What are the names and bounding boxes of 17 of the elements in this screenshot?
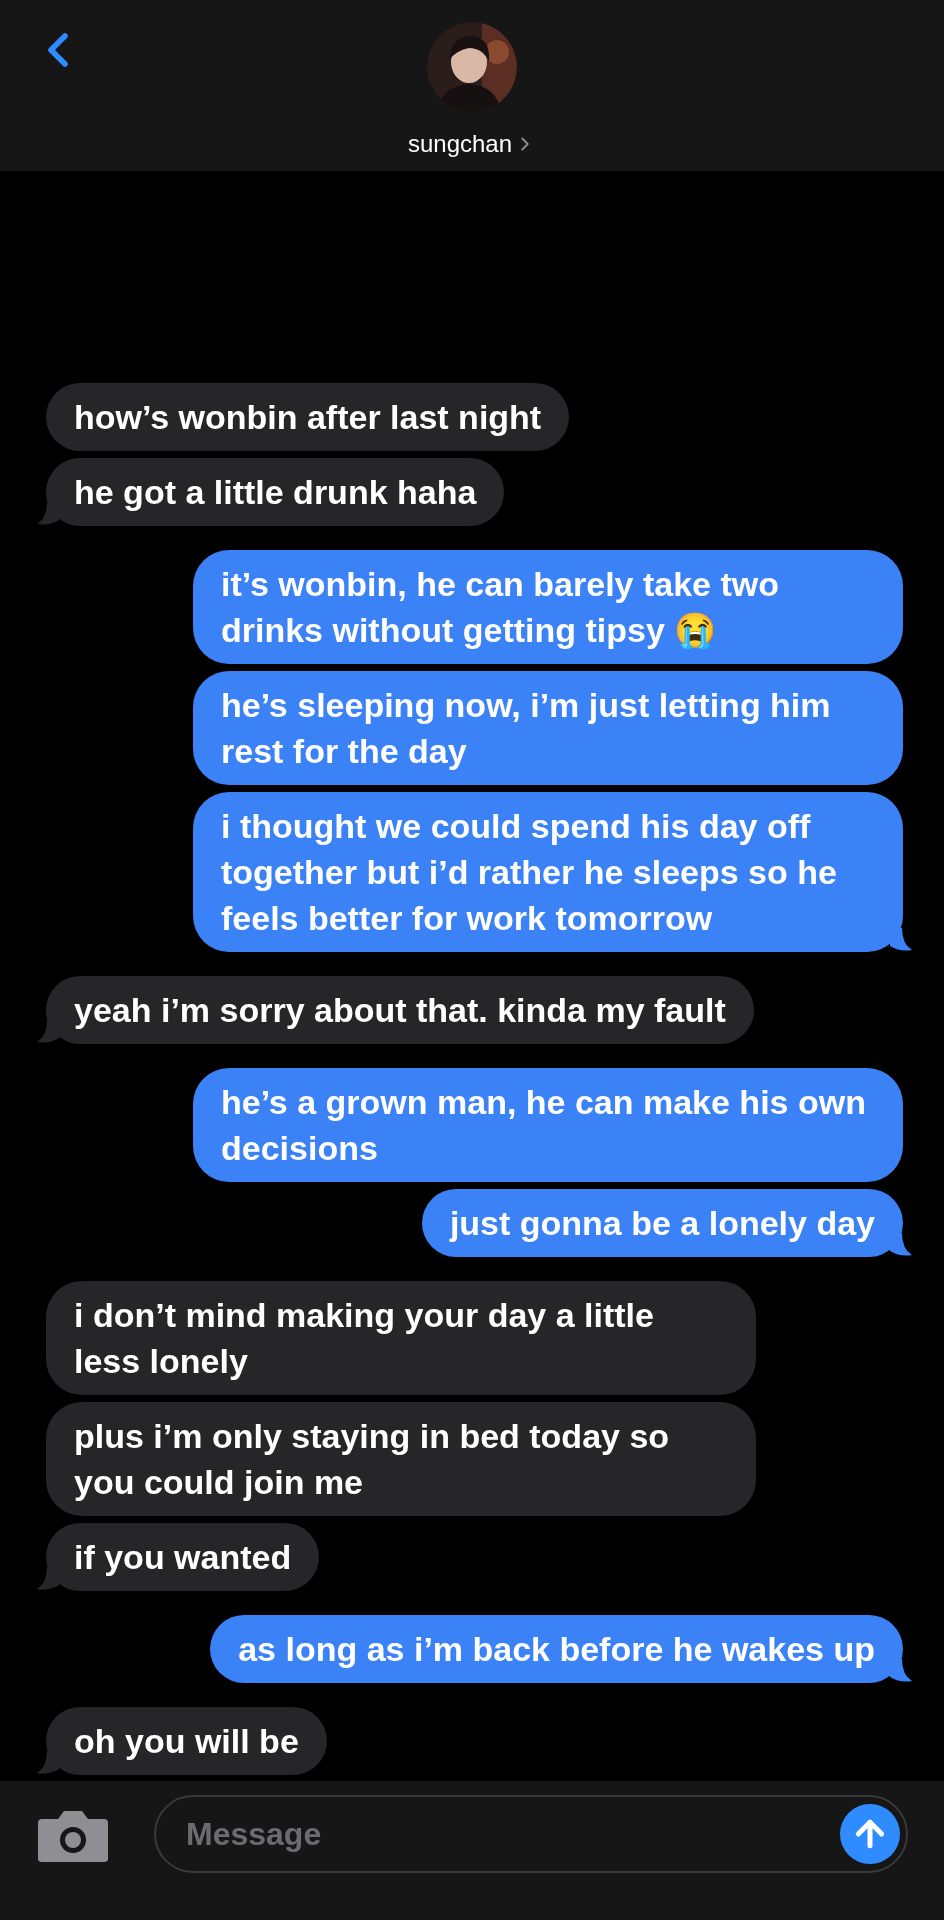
camera-icon[interactable] — [36, 1809, 110, 1863]
message-bubble: i thought we could spend his day off together but i’d rather he sleeps so he feels better for work tomorrow — [193, 792, 903, 952]
message-bubble: it’s wonbin, he can barely take two drinks without getting tipsy 😭 — [193, 550, 903, 664]
message-bubble: he’s sleeping now, i’m just letting him rest for the day — [193, 671, 903, 785]
message-bubble: plus i’m only staying in bed today so you could join me — [46, 1402, 756, 1516]
message-bubble: he’s a grown man, he can make his own decisions — [193, 1068, 903, 1182]
message-bubble: oh you will be — [46, 1707, 327, 1775]
message-bubble: he got a little drunk haha — [46, 458, 505, 526]
message-bubble: yeah i’m sorry about that. kinda my fault — [46, 976, 754, 1044]
send-button[interactable] — [840, 1804, 900, 1864]
message-bubble: how’s wonbin after last night — [46, 383, 570, 451]
message-bubble: just gonna be a lonely day — [421, 1189, 903, 1257]
contact-name[interactable]: sungchan — [407, 126, 513, 162]
message-bubble: i don’t mind making your day a little less lonely — [46, 1281, 756, 1395]
message-bubble: if you wanted — [46, 1523, 320, 1591]
message-field[interactable]: Message — [154, 1795, 908, 1873]
message-bubble: as long as i’m back before he wakes up — [210, 1615, 903, 1683]
